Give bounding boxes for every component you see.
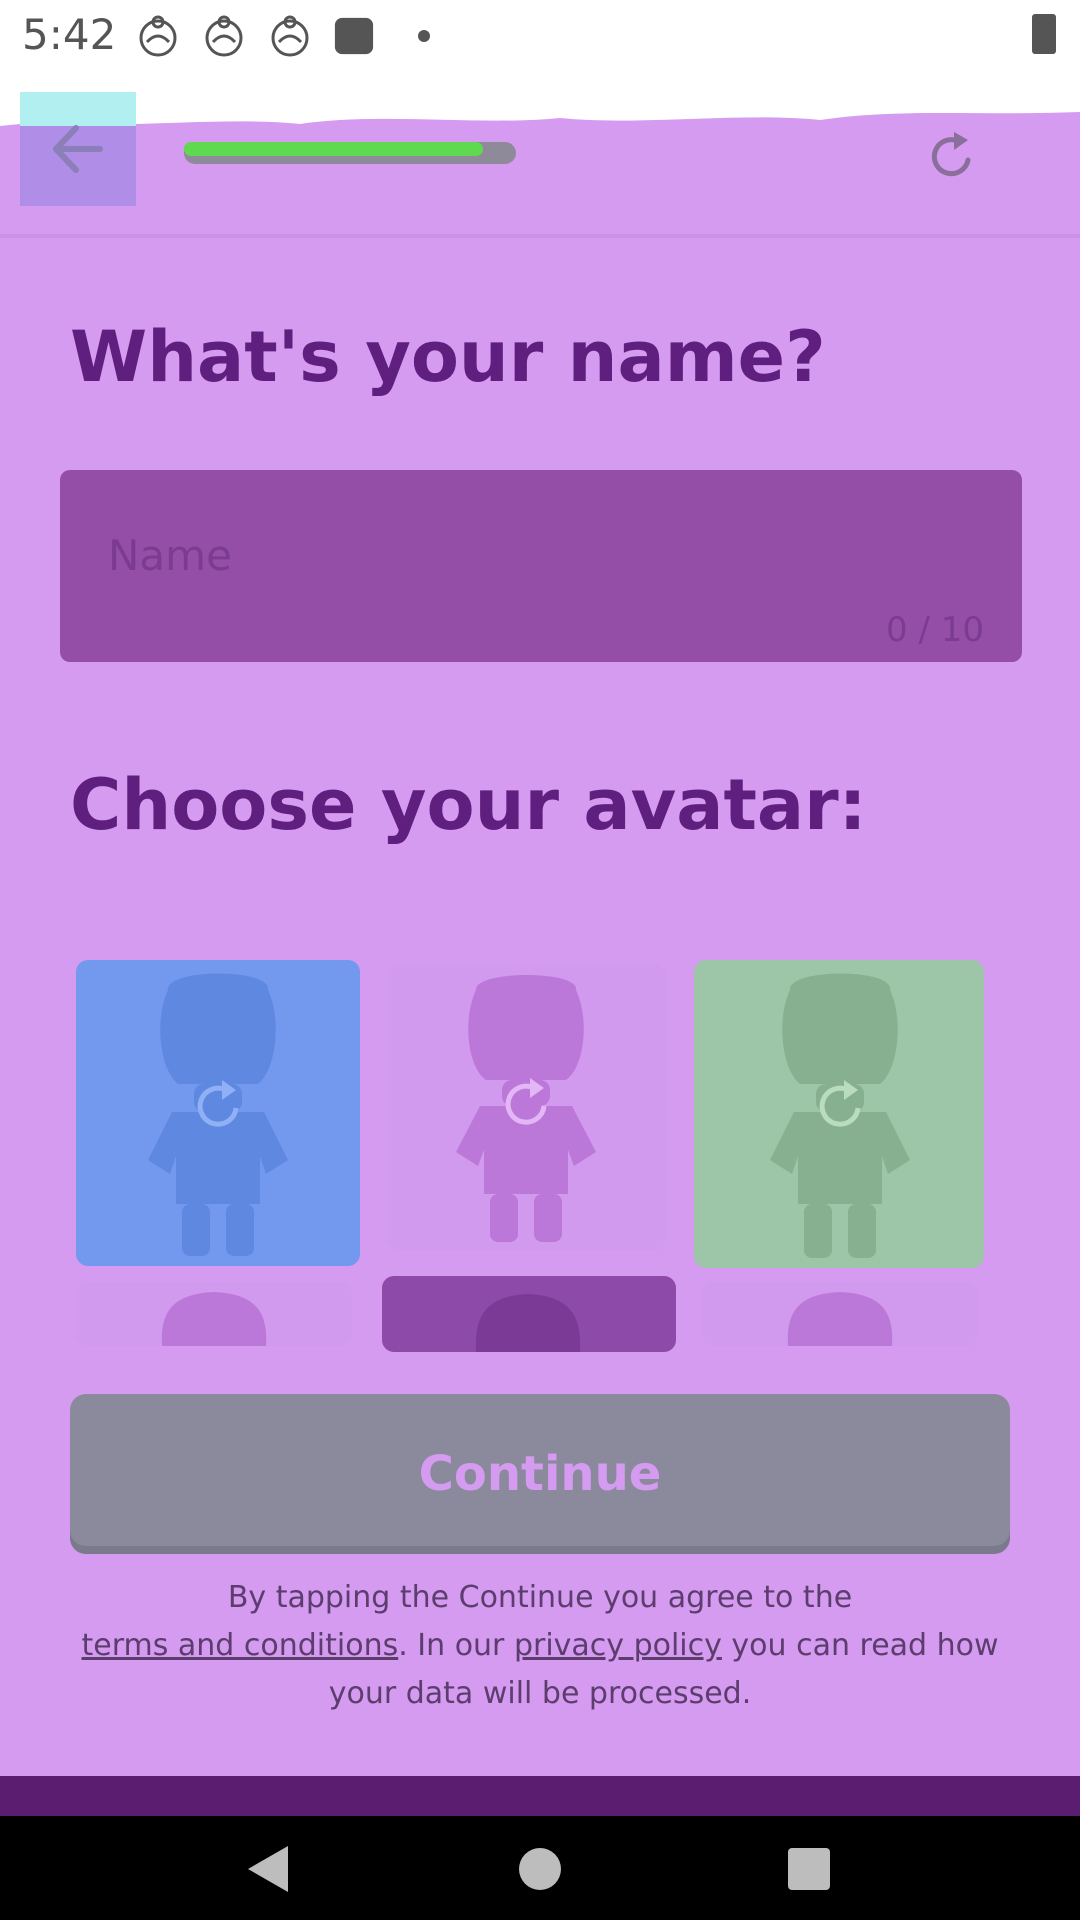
- bottom-strip: [0, 1776, 1080, 1816]
- header: [0, 86, 1080, 238]
- refresh-icon[interactable]: [928, 130, 976, 182]
- avatar-figure-icon: [161, 1292, 267, 1346]
- terms-text: By tapping the Continue you agree to the…: [60, 1574, 1020, 1718]
- avatar-figure-icon: [456, 975, 596, 1242]
- battery-icon: [1032, 14, 1056, 54]
- avatar-option[interactable]: [76, 1282, 352, 1346]
- continue-label: Continue: [418, 1446, 662, 1502]
- terms-middle: . In our: [398, 1628, 514, 1663]
- recents-nav-icon[interactable]: [786, 1844, 832, 1894]
- app-icon: [334, 17, 374, 55]
- header-divider: [0, 234, 1080, 238]
- more-notifications-icon: [418, 30, 430, 42]
- back-nav-icon[interactable]: [244, 1844, 292, 1894]
- home-nav-icon[interactable]: [518, 1844, 562, 1894]
- notification-icon: [139, 15, 177, 57]
- progress-bar: [184, 142, 516, 164]
- arrow-left-icon: [53, 125, 103, 173]
- progress-fill: [184, 142, 483, 156]
- terms-link[interactable]: terms and conditions: [81, 1628, 398, 1663]
- name-question: What's your name?: [70, 316, 826, 398]
- avatar-option[interactable]: [76, 960, 360, 1266]
- name-input[interactable]: [108, 524, 968, 586]
- avatar-option[interactable]: [382, 1276, 676, 1352]
- back-button[interactable]: [20, 92, 136, 206]
- header-wave: [0, 86, 1080, 126]
- character-counter: 0 / 10: [886, 610, 984, 650]
- avatar-figure-icon: [787, 1292, 893, 1346]
- terms-line1: By tapping the Continue you agree to the: [227, 1580, 853, 1615]
- notification-icon: [271, 15, 309, 57]
- notification-icon: [205, 15, 243, 57]
- continue-button[interactable]: Continue: [70, 1394, 1010, 1554]
- avatar-figure-icon: [475, 1294, 581, 1352]
- navigation-bar: [0, 1816, 1080, 1920]
- avatar-option[interactable]: [388, 964, 666, 1250]
- status-time: 5:42: [22, 10, 117, 59]
- privacy-link[interactable]: privacy policy: [514, 1628, 722, 1663]
- app-screen: What's your name? 0 / 10 Choose your ava…: [0, 86, 1080, 1816]
- avatar-option[interactable]: [694, 960, 984, 1268]
- name-field[interactable]: 0 / 10: [60, 470, 1022, 662]
- avatar-option[interactable]: [702, 1282, 978, 1346]
- avatar-figure-icon: [770, 973, 910, 1258]
- avatar-question: Choose your avatar:: [70, 764, 867, 846]
- avatar-figure-icon: [148, 973, 288, 1256]
- status-bar: 5:42: [0, 0, 1080, 86]
